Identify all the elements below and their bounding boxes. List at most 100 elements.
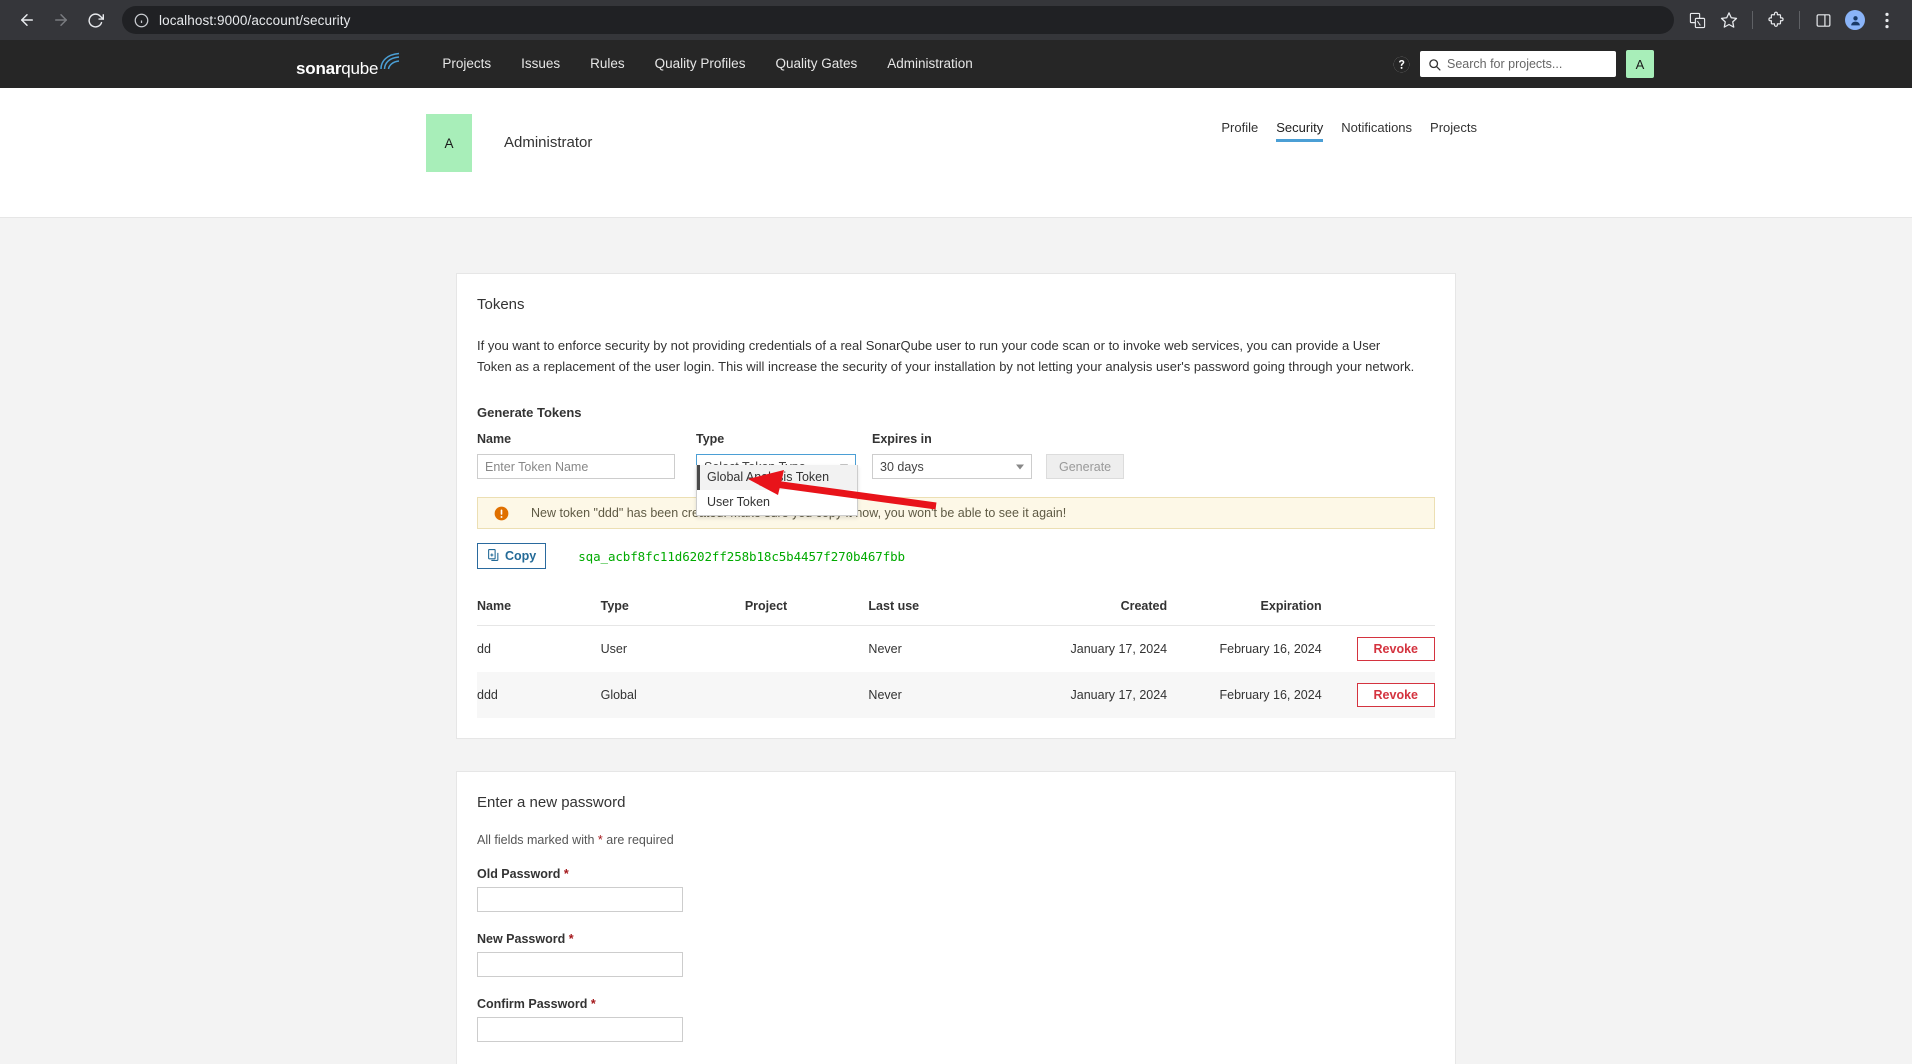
tab-security[interactable]: Security [1267, 120, 1332, 142]
help-circle-icon[interactable] [1393, 56, 1410, 73]
site-info-icon[interactable] [134, 13, 149, 28]
col-created: Created [1022, 599, 1168, 626]
cell-last-use: Never [868, 672, 1023, 718]
col-name: Name [477, 599, 601, 626]
browser-action-icons [1682, 5, 1902, 35]
side-panel-icon[interactable] [1808, 5, 1838, 35]
address-bar-url: localhost:9000/account/security [159, 12, 351, 28]
extensions-puzzle-icon[interactable] [1761, 5, 1791, 35]
tab-notifications[interactable]: Notifications [1332, 120, 1421, 142]
expires-in-field-group: Expires in 30 days [872, 432, 1032, 479]
revoke-button[interactable]: Revoke [1356, 637, 1435, 661]
reload-icon[interactable] [78, 3, 112, 37]
expires-in-select[interactable]: 30 days [872, 454, 1032, 479]
generate-button[interactable]: Generate [1046, 454, 1125, 479]
new-password-label: New Password * [477, 932, 1435, 946]
cell-type: User [600, 642, 628, 656]
cell-expiration: February 16, 2024 [1219, 642, 1322, 656]
col-actions [1321, 599, 1435, 626]
toolbar-divider-2 [1799, 11, 1800, 29]
generate-token-form: Name Type Select Token Type Expires in 3… [477, 432, 1435, 516]
cell-project [745, 626, 869, 673]
token-name-input[interactable] [477, 454, 675, 479]
required-fields-note: All fields marked with * are required [477, 833, 1435, 847]
tokens-description: If you want to enforce security by not p… [477, 338, 1415, 374]
old-password-label: Old Password * [477, 867, 1435, 881]
top-nav-items: Projects Issues Rules Quality Profiles Q… [427, 40, 987, 88]
required-star: * [597, 833, 603, 847]
new-password-label-text: New Password [477, 932, 566, 946]
cell-last-use: Never [868, 642, 902, 656]
cell-created: January 17, 2024 [1070, 642, 1168, 656]
dropdown-option-user-token[interactable]: User Token [697, 490, 857, 515]
nav-item-administration[interactable]: Administration [872, 40, 988, 88]
cell-project [744, 672, 869, 718]
old-password-input[interactable] [477, 887, 683, 912]
profile-header: A Administrator Profile Security Notific… [0, 88, 1912, 218]
chevron-down-icon-2 [1016, 464, 1024, 469]
address-bar[interactable]: localhost:9000/account/security [122, 6, 1674, 34]
confirm-password-input[interactable] [477, 1017, 683, 1042]
three-dot-menu-icon[interactable] [1872, 5, 1902, 35]
revoke-button[interactable]: Revoke [1356, 683, 1435, 707]
nav-item-rules[interactable]: Rules [575, 40, 640, 88]
confirm-password-label-text: Confirm Password [477, 997, 588, 1011]
token-name-field-group: Name [477, 432, 675, 479]
forward-arrow-icon[interactable] [44, 3, 78, 37]
nav-item-projects[interactable]: Projects [427, 40, 506, 88]
cell-created: January 17, 2024 [1022, 672, 1168, 718]
tokens-table: Name Type Project Last use Created Expir… [477, 599, 1435, 718]
page-body: Tokens If you want to enforce security b… [0, 218, 1912, 1064]
new-password-input[interactable] [477, 952, 683, 977]
new-token-alert: New token "ddd" has been created. Make s… [477, 497, 1435, 529]
expires-in-label: Expires in [872, 432, 932, 446]
cell-expiration: February 16, 2024 [1167, 672, 1322, 718]
sonarqube-wave-icon [379, 52, 401, 75]
translate-icon[interactable] [1682, 5, 1712, 35]
copy-button-label: Copy [505, 549, 537, 563]
cell-name: ddd [477, 672, 601, 718]
back-arrow-icon[interactable] [10, 3, 44, 37]
token-type-label: Type [696, 432, 725, 446]
sonarqube-logo[interactable]: sonarqube [296, 52, 401, 77]
logo-qube-text: qube [341, 58, 379, 78]
password-card: Enter a new password All fields marked w… [456, 771, 1456, 1064]
table-row: dd User Never January 17, 2024 February … [477, 626, 1435, 673]
profile-avatar-icon[interactable] [1840, 5, 1870, 35]
nav-item-issues[interactable]: Issues [506, 40, 575, 88]
old-password-label-text: Old Password [477, 867, 561, 881]
cell-name: dd [477, 642, 491, 656]
browser-toolbar: localhost:9000/account/security [0, 0, 1912, 40]
col-expiration: Expiration [1167, 599, 1322, 626]
tokens-card-title: Tokens [477, 296, 525, 313]
col-last-use: Last use [868, 599, 1023, 626]
expires-in-selected-value: 30 days [880, 459, 924, 474]
star-icon[interactable] [1714, 5, 1744, 35]
cell-action: Revoke [1322, 626, 1435, 673]
nav-item-quality-profiles[interactable]: Quality Profiles [640, 40, 761, 88]
cell-action: Revoke [1321, 672, 1435, 718]
profile-tabs: Profile Security Notifications Projects [1212, 120, 1486, 142]
nav-item-quality-gates[interactable]: Quality Gates [760, 40, 872, 88]
col-project: Project [744, 599, 869, 626]
search-projects-field[interactable] [1420, 51, 1616, 77]
tab-projects[interactable]: Projects [1421, 120, 1486, 142]
password-card-title: Enter a new password [477, 794, 626, 811]
warning-icon [494, 506, 509, 521]
search-icon [1428, 58, 1441, 71]
cell-type: Global [600, 672, 745, 718]
new-password-required-star: * [568, 932, 574, 946]
tab-profile[interactable]: Profile [1212, 120, 1267, 142]
toolbar-divider [1752, 11, 1753, 29]
token-name-label: Name [477, 432, 512, 446]
table-row: ddd Global Never January 17, 2024 Februa… [477, 672, 1435, 718]
copy-token-button[interactable]: Copy [477, 543, 547, 569]
search-input[interactable] [1447, 57, 1608, 71]
logo-sonar-text: sonar [296, 58, 342, 78]
dropdown-option-global-analysis-token[interactable]: Global Analysis Token [697, 465, 857, 490]
profile-name: Administrator [504, 134, 593, 151]
sonarqube-top-nav: sonarqube Projects Issues Rules Quality … [0, 40, 1912, 88]
old-password-required-star: * [563, 867, 569, 881]
tokens-card: Tokens If you want to enforce security b… [456, 273, 1456, 739]
user-avatar-nav[interactable]: A [1626, 50, 1654, 78]
